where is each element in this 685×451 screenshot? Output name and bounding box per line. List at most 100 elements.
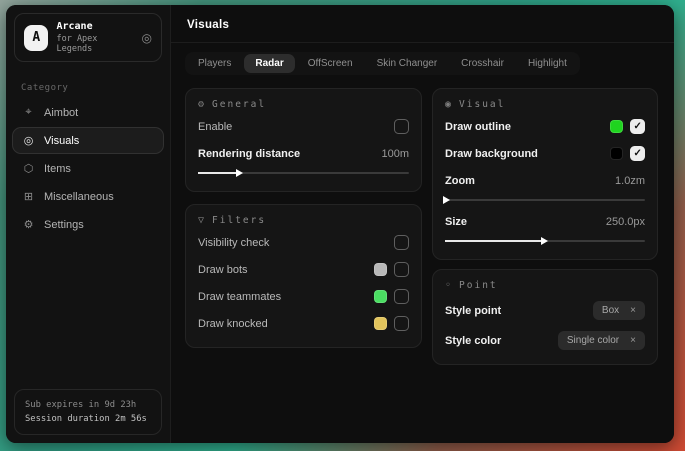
- main-panel: Visuals Players Radar OffScreen Skin Cha…: [171, 5, 674, 443]
- draw-teammates-checkbox[interactable]: [394, 289, 409, 304]
- draw-teammates-controls: [374, 289, 409, 304]
- draw-bots-color-swatch[interactable]: [374, 263, 387, 276]
- draw-bots-checkbox[interactable]: [394, 262, 409, 277]
- draw-teammates-color-swatch[interactable]: [374, 290, 387, 303]
- target-icon[interactable]: ◎: [142, 31, 152, 45]
- draw-knocked-label: Draw knocked: [198, 318, 268, 330]
- rendering-distance-label: Rendering distance: [198, 148, 300, 160]
- draw-bots-controls: [374, 262, 409, 277]
- zoom-row: Zoom 1.0zm: [445, 170, 645, 191]
- style-color-label: Style color: [445, 335, 501, 347]
- size-value: 250.0px: [606, 216, 645, 228]
- draw-background-controls: [610, 146, 645, 161]
- general-card-title: ⚙ General: [198, 99, 409, 110]
- style-point-select[interactable]: Box ×: [593, 301, 645, 320]
- sidebar-item-label: Miscellaneous: [44, 191, 114, 203]
- card-title-text: Visual: [459, 99, 505, 110]
- sidebar-item-items[interactable]: ⬡ Items: [12, 155, 164, 182]
- brand-card: A Arcane for Apex Legends ◎: [14, 13, 162, 62]
- style-point-value: Box: [602, 305, 619, 316]
- size-label: Size: [445, 216, 467, 228]
- slider-track: [445, 199, 645, 201]
- card-title-text: Point: [459, 280, 498, 291]
- draw-knocked-checkbox[interactable]: [394, 316, 409, 331]
- eye-icon: ◎: [22, 134, 35, 147]
- filters-card-title: ▽ Filters: [198, 215, 409, 226]
- visibility-check-label: Visibility check: [198, 237, 269, 249]
- brand-text: Arcane for Apex Legends: [56, 21, 133, 54]
- draw-outline-controls: [610, 119, 645, 134]
- logo-letter: A: [32, 30, 40, 45]
- enable-checkbox[interactable]: [394, 119, 409, 134]
- slider-fill: [445, 240, 545, 242]
- rendering-distance-row: Rendering distance 100m: [198, 143, 409, 164]
- rendering-distance-slider[interactable]: [198, 168, 409, 178]
- content-area: ⚙ General Enable Rendering distance 100m: [171, 78, 674, 375]
- style-color-select[interactable]: Single color ×: [558, 331, 645, 350]
- draw-teammates-label: Draw teammates: [198, 291, 281, 303]
- visual-card-title: ◉ Visual: [445, 99, 645, 110]
- tab-skin-changer[interactable]: Skin Changer: [366, 54, 449, 73]
- style-color-row: Style color Single color ×: [445, 330, 645, 351]
- tabbar: Players Radar OffScreen Skin Changer Cro…: [171, 43, 674, 78]
- sidebar-item-label: Visuals: [44, 135, 79, 147]
- slider-thumb[interactable]: [541, 237, 548, 245]
- app-window: A Arcane for Apex Legends ◎ Category ⌖ A…: [6, 5, 674, 443]
- enable-label: Enable: [198, 121, 232, 133]
- right-column: ◉ Visual Draw outline Draw background: [432, 88, 658, 365]
- sidebar-item-miscellaneous[interactable]: ⊞ Miscellaneous: [12, 183, 164, 210]
- gear-icon: ⚙: [198, 99, 204, 110]
- draw-background-color-swatch[interactable]: [610, 147, 623, 160]
- slider-fill: [198, 172, 240, 174]
- rendering-distance-value: 100m: [381, 148, 409, 160]
- tab-players[interactable]: Players: [187, 54, 242, 73]
- visual-card: ◉ Visual Draw outline Draw background: [432, 88, 658, 260]
- draw-outline-color-swatch[interactable]: [610, 120, 623, 133]
- draw-outline-label: Draw outline: [445, 121, 511, 133]
- cube-icon: ⬡: [22, 162, 35, 175]
- visibility-check-checkbox[interactable]: [394, 235, 409, 250]
- draw-background-checkbox[interactable]: [630, 146, 645, 161]
- style-point-row: Style point Box ×: [445, 300, 645, 321]
- tab-highlight[interactable]: Highlight: [517, 54, 578, 73]
- point-card-title: ◦ Point: [445, 280, 645, 291]
- enable-row: Enable: [198, 116, 409, 137]
- draw-knocked-color-swatch[interactable]: [374, 317, 387, 330]
- clear-icon[interactable]: ×: [630, 335, 636, 346]
- sidebar: A Arcane for Apex Legends ◎ Category ⌖ A…: [6, 5, 171, 443]
- crosshair-icon: ⌖: [22, 106, 35, 119]
- zoom-slider[interactable]: [445, 195, 645, 205]
- filters-card: ▽ Filters Visibility check Draw bots: [185, 204, 422, 348]
- sidebar-item-label: Settings: [44, 219, 84, 231]
- size-row: Size 250.0px: [445, 211, 645, 232]
- clear-icon[interactable]: ×: [630, 305, 636, 316]
- tab-crosshair[interactable]: Crosshair: [450, 54, 515, 73]
- page-header: Visuals: [171, 5, 674, 43]
- sidebar-item-aimbot[interactable]: ⌖ Aimbot: [12, 99, 164, 126]
- tab-offscreen[interactable]: OffScreen: [297, 54, 364, 73]
- slider-thumb[interactable]: [443, 196, 450, 204]
- session-info-card: Sub expires in 9d 23h Session duration 2…: [14, 389, 162, 435]
- sidebar-nav: ⌖ Aimbot ◎ Visuals ⬡ Items ⊞ Miscellaneo…: [6, 98, 170, 239]
- sidebar-item-settings[interactable]: ⚙ Settings: [12, 211, 164, 238]
- card-title-text: General: [212, 99, 266, 110]
- session-duration-text: Session duration 2m 56s: [25, 412, 151, 426]
- draw-background-label: Draw background: [445, 148, 538, 160]
- size-slider[interactable]: [445, 236, 645, 246]
- page-title: Visuals: [187, 19, 658, 31]
- tab-strip: Players Radar OffScreen Skin Changer Cro…: [185, 52, 580, 75]
- grid-icon: ⊞: [22, 190, 35, 203]
- draw-bots-label: Draw bots: [198, 264, 248, 276]
- app-name: Arcane: [56, 21, 133, 32]
- sidebar-item-label: Aimbot: [44, 107, 78, 119]
- sidebar-item-visuals[interactable]: ◎ Visuals: [12, 127, 164, 154]
- slider-thumb[interactable]: [236, 169, 243, 177]
- tab-radar[interactable]: Radar: [244, 54, 294, 73]
- dot-icon: ◦: [445, 280, 451, 291]
- draw-outline-checkbox[interactable]: [630, 119, 645, 134]
- app-subtitle: for Apex Legends: [56, 34, 133, 54]
- draw-background-row: Draw background: [445, 143, 645, 164]
- style-color-value: Single color: [567, 335, 619, 346]
- left-column: ⚙ General Enable Rendering distance 100m: [185, 88, 422, 348]
- general-card: ⚙ General Enable Rendering distance 100m: [185, 88, 422, 192]
